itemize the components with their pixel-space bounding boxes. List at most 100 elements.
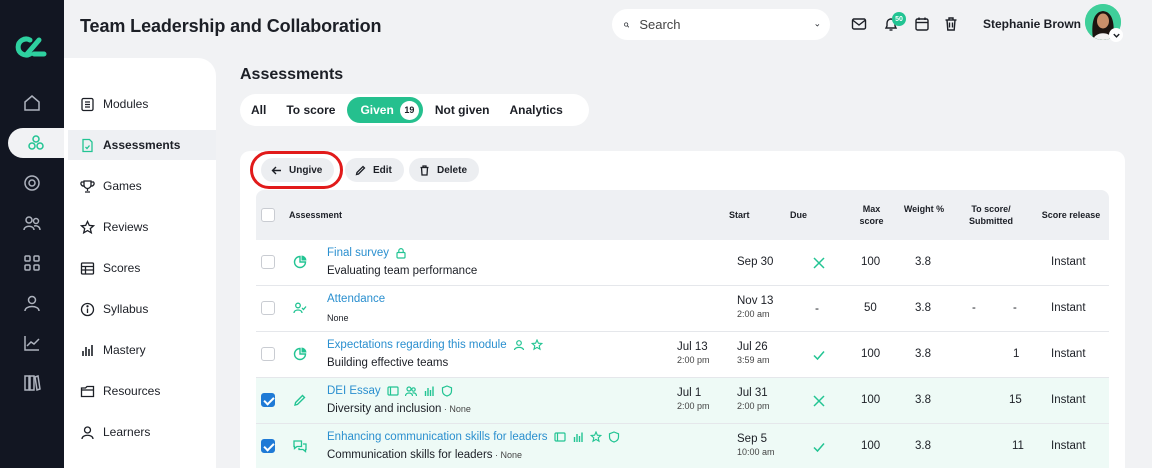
survey-icon — [293, 255, 307, 269]
assessment-link[interactable]: Expectations regarding this module — [327, 339, 543, 351]
start-date: Jul 13 2:00 pm — [677, 341, 710, 365]
sidebar-item-games[interactable]: Games — [68, 171, 216, 201]
tab-given[interactable]: Given 19 — [347, 97, 423, 123]
pencil-icon — [294, 394, 306, 406]
table-row[interactable]: Attendance None Nov 13 2:00 am - 50 3.8 -… — [256, 286, 1109, 332]
chevron-down-icon[interactable] — [815, 18, 820, 32]
edit-button[interactable]: Edit — [345, 158, 404, 182]
highlight-ring — [250, 151, 343, 189]
row-checkbox[interactable] — [261, 255, 275, 269]
col-start[interactable]: Start — [729, 209, 750, 221]
sidebar-item-reviews[interactable]: Reviews — [68, 212, 216, 242]
attendance-icon — [293, 302, 307, 314]
submitted: 11 — [1012, 440, 1024, 452]
scores-icon — [80, 261, 95, 275]
search-icon — [624, 22, 630, 28]
row-checkbox[interactable] — [261, 393, 275, 407]
to-score: - — [972, 302, 976, 314]
sidebar-item-scores[interactable]: Scores — [68, 253, 216, 283]
rail-users-icon[interactable] — [8, 208, 56, 238]
assessment-subtitle: Building effective teams — [327, 357, 449, 369]
sidebar-item-label: Learners — [103, 425, 151, 439]
star-icon — [530, 339, 543, 351]
person-icon — [513, 340, 524, 351]
assessment-subtitle: Evaluating team performance — [327, 265, 478, 277]
tab-all[interactable]: All — [243, 97, 274, 123]
score-release: Instant — [1051, 302, 1086, 314]
sidebar-item-syllabus[interactable]: Syllabus — [68, 294, 216, 324]
score-release: Instant — [1051, 256, 1086, 268]
assessments-icon — [82, 138, 93, 152]
app-title: Team Leadership and Collaboration — [80, 16, 382, 36]
rail-person-icon[interactable] — [8, 288, 56, 318]
assessment-link[interactable]: DEI Essay — [327, 385, 453, 397]
weight: 3.8 — [915, 348, 931, 360]
assessment-link[interactable]: Final survey — [327, 247, 407, 259]
app-logo[interactable] — [12, 32, 52, 62]
trash-icon[interactable] — [943, 16, 959, 32]
mail-icon[interactable] — [851, 16, 867, 32]
sidebar-item-mastery[interactable]: Mastery — [68, 335, 216, 365]
tab-analytics[interactable]: Analytics — [502, 97, 571, 123]
rail-chart-icon[interactable] — [8, 328, 56, 358]
user-name[interactable]: Stephanie Brown — [983, 17, 1081, 31]
tab-count-badge: 19 — [399, 100, 419, 120]
tab-not-given[interactable]: Not given — [427, 97, 498, 123]
bars-icon — [573, 432, 583, 442]
submitted: 15 — [1009, 394, 1022, 406]
row-checkbox[interactable] — [261, 439, 275, 453]
table-row[interactable]: Final survey Evaluating team performance… — [256, 240, 1109, 286]
col-assessment[interactable]: Assessment — [289, 209, 342, 221]
sidebar-item-modules[interactable]: Modules — [68, 89, 216, 119]
sidebar-item-label: Mastery — [103, 343, 146, 357]
media-icon — [387, 386, 399, 396]
learner-icon — [81, 425, 94, 439]
shield-icon — [441, 385, 452, 397]
col-max-score[interactable]: Max score — [853, 203, 890, 227]
calendar-icon[interactable] — [914, 16, 930, 32]
due-status: - — [815, 301, 819, 315]
select-all-checkbox[interactable] — [261, 208, 275, 222]
col-weight[interactable]: Weight % — [903, 203, 945, 215]
sidebar-item-resources[interactable]: Resources — [68, 376, 216, 406]
start-date: Jul 1 2:00 pm — [677, 387, 710, 411]
table-row[interactable]: Expectations regarding this module Build… — [256, 332, 1109, 378]
rail-grid-icon[interactable] — [8, 248, 56, 278]
modules-icon — [81, 97, 94, 111]
col-score-release[interactable]: Score release — [1036, 209, 1106, 221]
bars-icon — [424, 386, 434, 396]
row-checkbox[interactable] — [261, 347, 275, 361]
rail-target-icon[interactable] — [8, 168, 56, 198]
col-to-score-submitted[interactable]: To score/ Submitted — [962, 203, 1020, 227]
main-rail — [0, 0, 64, 468]
assessment-subtitle: Diversity and inclusion · None — [327, 403, 471, 415]
row-checkbox[interactable] — [261, 301, 275, 315]
media-icon — [553, 432, 566, 442]
close-icon — [813, 395, 825, 407]
assessment-link[interactable]: Enhancing communication skills for leade… — [327, 431, 620, 443]
rail-course-icon[interactable] — [8, 128, 64, 158]
search-box[interactable] — [612, 9, 830, 40]
sidebar-item-assessments[interactable]: Assessments — [68, 130, 216, 160]
notification-badge: 50 — [892, 12, 906, 26]
sidebar-item-label: Assessments — [103, 138, 181, 152]
tab-to-score[interactable]: To score — [278, 97, 343, 123]
search-input[interactable] — [639, 17, 816, 32]
check-icon — [813, 351, 825, 361]
table-row[interactable]: DEI Essay Diversity and inclusion · None… — [256, 378, 1109, 424]
delete-button[interactable]: Delete — [409, 158, 480, 182]
table-row[interactable]: Enhancing communication skills for leade… — [256, 424, 1109, 468]
weight: 3.8 — [915, 302, 931, 314]
bars-icon — [82, 344, 93, 356]
col-due[interactable]: Due — [790, 209, 807, 221]
shield-icon — [608, 431, 619, 443]
submitted: - — [1013, 302, 1017, 314]
weight: 3.8 — [915, 440, 931, 452]
rail-home-icon[interactable] — [8, 88, 56, 118]
due-date: Sep 30 — [737, 256, 774, 268]
avatar-chevron-icon[interactable] — [1109, 28, 1123, 42]
rail-library-icon[interactable] — [8, 368, 56, 398]
sidebar-item-learners[interactable]: Learners — [68, 417, 216, 447]
assessment-link[interactable]: Attendance — [327, 293, 385, 305]
score-release: Instant — [1051, 348, 1086, 360]
